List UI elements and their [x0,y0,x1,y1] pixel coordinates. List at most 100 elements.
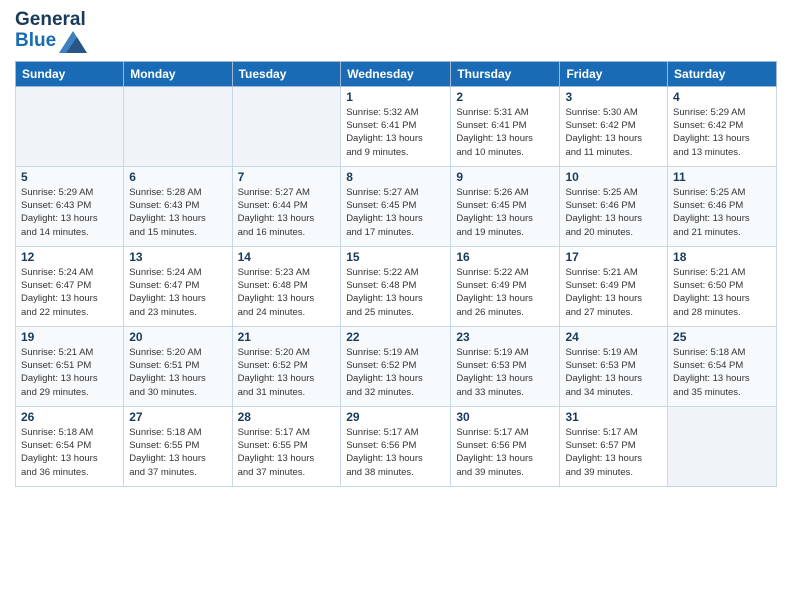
day-number: 10 [565,170,662,184]
day-info: Sunrise: 5:29 AM Sunset: 6:42 PM Dayligh… [673,106,771,159]
calendar-cell: 12 Sunrise: 5:24 AM Sunset: 6:47 PM Dayli… [16,246,124,326]
day-info: Sunrise: 5:26 AM Sunset: 6:45 PM Dayligh… [456,186,554,239]
calendar-cell: 20 Sunrise: 5:20 AM Sunset: 6:51 PM Dayli… [124,326,232,406]
day-number: 11 [673,170,771,184]
day-info: Sunrise: 5:23 AM Sunset: 6:48 PM Dayligh… [238,266,336,319]
day-number: 21 [238,330,336,344]
day-number: 22 [346,330,445,344]
col-header-saturday: Saturday [668,61,777,86]
day-number: 20 [129,330,226,344]
calendar-week-1: 1 Sunrise: 5:32 AM Sunset: 6:41 PM Daylig… [16,86,777,166]
day-number: 13 [129,250,226,264]
logo-line2: Blue [15,31,87,53]
day-number: 1 [346,90,445,104]
day-number: 31 [565,410,662,424]
calendar-cell: 27 Sunrise: 5:18 AM Sunset: 6:55 PM Dayli… [124,406,232,486]
day-info: Sunrise: 5:17 AM Sunset: 6:57 PM Dayligh… [565,426,662,479]
day-info: Sunrise: 5:20 AM Sunset: 6:51 PM Dayligh… [129,346,226,399]
calendar-cell [124,86,232,166]
calendar-cell: 19 Sunrise: 5:21 AM Sunset: 6:51 PM Dayli… [16,326,124,406]
calendar-page: General Blue SundayMondayTuesdayWednesda… [0,0,792,502]
day-number: 17 [565,250,662,264]
day-number: 12 [21,250,118,264]
calendar-cell: 2 Sunrise: 5:31 AM Sunset: 6:41 PM Daylig… [451,86,560,166]
day-info: Sunrise: 5:17 AM Sunset: 6:56 PM Dayligh… [456,426,554,479]
day-info: Sunrise: 5:21 AM Sunset: 6:50 PM Dayligh… [673,266,771,319]
col-header-tuesday: Tuesday [232,61,341,86]
day-number: 6 [129,170,226,184]
calendar-cell: 30Sunrise: 5:17 AM Sunset: 6:56 PM Dayli… [451,406,560,486]
day-info: Sunrise: 5:18 AM Sunset: 6:55 PM Dayligh… [129,426,226,479]
calendar-cell: 24Sunrise: 5:19 AM Sunset: 6:53 PM Dayli… [560,326,668,406]
day-number: 28 [238,410,336,424]
calendar-cell: 15 Sunrise: 5:22 AM Sunset: 6:48 PM Dayli… [341,246,451,326]
day-info: Sunrise: 5:17 AM Sunset: 6:55 PM Dayligh… [238,426,336,479]
logo-icon [59,31,87,53]
calendar-table: SundayMondayTuesdayWednesdayThursdayFrid… [15,61,777,487]
day-info: Sunrise: 5:28 AM Sunset: 6:43 PM Dayligh… [129,186,226,239]
calendar-cell: 16 Sunrise: 5:22 AM Sunset: 6:49 PM Dayli… [451,246,560,326]
day-info: Sunrise: 5:25 AM Sunset: 6:46 PM Dayligh… [565,186,662,239]
calendar-cell [668,406,777,486]
day-number: 24 [565,330,662,344]
calendar-cell: 11 Sunrise: 5:25 AM Sunset: 6:46 PM Dayli… [668,166,777,246]
day-number: 9 [456,170,554,184]
calendar-cell [16,86,124,166]
calendar-cell: 31 Sunrise: 5:17 AM Sunset: 6:57 PM Dayli… [560,406,668,486]
day-number: 2 [456,90,554,104]
calendar-cell: 23Sunrise: 5:19 AM Sunset: 6:53 PM Dayli… [451,326,560,406]
day-info: Sunrise: 5:24 AM Sunset: 6:47 PM Dayligh… [129,266,226,319]
calendar-header-row: SundayMondayTuesdayWednesdayThursdayFrid… [16,61,777,86]
day-info: Sunrise: 5:24 AM Sunset: 6:47 PM Dayligh… [21,266,118,319]
calendar-week-3: 12 Sunrise: 5:24 AM Sunset: 6:47 PM Dayli… [16,246,777,326]
calendar-cell: 18 Sunrise: 5:21 AM Sunset: 6:50 PM Dayli… [668,246,777,326]
calendar-cell: 28 Sunrise: 5:17 AM Sunset: 6:55 PM Dayli… [232,406,341,486]
calendar-cell: 17 Sunrise: 5:21 AM Sunset: 6:49 PM Dayli… [560,246,668,326]
calendar-cell: 29Sunrise: 5:17 AM Sunset: 6:56 PM Dayli… [341,406,451,486]
logo-line1: General [15,10,87,31]
day-number: 15 [346,250,445,264]
day-info: Sunrise: 5:20 AM Sunset: 6:52 PM Dayligh… [238,346,336,399]
day-info: Sunrise: 5:32 AM Sunset: 6:41 PM Dayligh… [346,106,445,159]
page-header: General Blue [15,10,777,53]
day-number: 16 [456,250,554,264]
day-number: 27 [129,410,226,424]
calendar-week-5: 26 Sunrise: 5:18 AM Sunset: 6:54 PM Dayli… [16,406,777,486]
day-info: Sunrise: 5:27 AM Sunset: 6:44 PM Dayligh… [238,186,336,239]
calendar-body: 1 Sunrise: 5:32 AM Sunset: 6:41 PM Daylig… [16,86,777,486]
calendar-cell: 25 Sunrise: 5:18 AM Sunset: 6:54 PM Dayli… [668,326,777,406]
day-info: Sunrise: 5:31 AM Sunset: 6:41 PM Dayligh… [456,106,554,159]
col-header-monday: Monday [124,61,232,86]
day-number: 7 [238,170,336,184]
day-info: Sunrise: 5:18 AM Sunset: 6:54 PM Dayligh… [673,346,771,399]
calendar-cell [232,86,341,166]
col-header-thursday: Thursday [451,61,560,86]
day-number: 18 [673,250,771,264]
day-info: Sunrise: 5:25 AM Sunset: 6:46 PM Dayligh… [673,186,771,239]
calendar-cell: 5Sunrise: 5:29 AM Sunset: 6:43 PM Daylig… [16,166,124,246]
day-number: 3 [565,90,662,104]
calendar-cell: 4 Sunrise: 5:29 AM Sunset: 6:42 PM Daylig… [668,86,777,166]
day-info: Sunrise: 5:22 AM Sunset: 6:48 PM Dayligh… [346,266,445,319]
day-info: Sunrise: 5:21 AM Sunset: 6:51 PM Dayligh… [21,346,118,399]
calendar-cell: 13 Sunrise: 5:24 AM Sunset: 6:47 PM Dayli… [124,246,232,326]
calendar-week-4: 19 Sunrise: 5:21 AM Sunset: 6:51 PM Dayli… [16,326,777,406]
col-header-sunday: Sunday [16,61,124,86]
day-number: 25 [673,330,771,344]
day-number: 19 [21,330,118,344]
calendar-cell: 14Sunrise: 5:23 AM Sunset: 6:48 PM Dayli… [232,246,341,326]
day-info: Sunrise: 5:18 AM Sunset: 6:54 PM Dayligh… [21,426,118,479]
calendar-cell: 26 Sunrise: 5:18 AM Sunset: 6:54 PM Dayli… [16,406,124,486]
day-info: Sunrise: 5:19 AM Sunset: 6:52 PM Dayligh… [346,346,445,399]
day-info: Sunrise: 5:21 AM Sunset: 6:49 PM Dayligh… [565,266,662,319]
day-info: Sunrise: 5:22 AM Sunset: 6:49 PM Dayligh… [456,266,554,319]
logo: General Blue [15,10,87,53]
day-number: 4 [673,90,771,104]
day-number: 8 [346,170,445,184]
calendar-cell: 22 Sunrise: 5:19 AM Sunset: 6:52 PM Dayli… [341,326,451,406]
calendar-cell: 21 Sunrise: 5:20 AM Sunset: 6:52 PM Dayli… [232,326,341,406]
calendar-cell: 1 Sunrise: 5:32 AM Sunset: 6:41 PM Daylig… [341,86,451,166]
day-number: 26 [21,410,118,424]
calendar-cell: 7 Sunrise: 5:27 AM Sunset: 6:44 PM Daylig… [232,166,341,246]
col-header-wednesday: Wednesday [341,61,451,86]
